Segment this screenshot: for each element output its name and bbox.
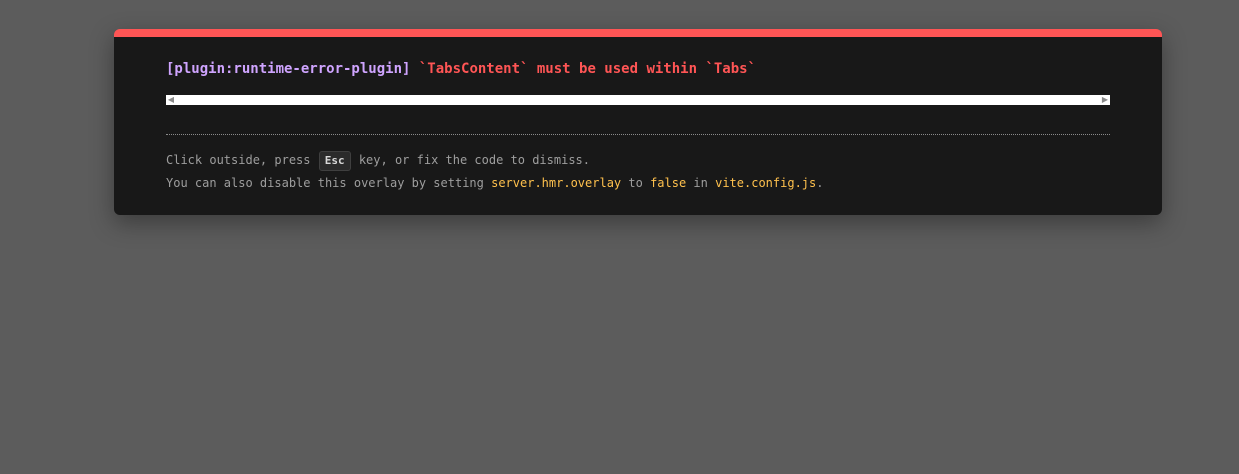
divider (166, 134, 1110, 135)
scroll-left-arrow-icon[interactable]: ◀ (166, 95, 176, 105)
tip-text: You can also disable this overlay by set… (166, 176, 492, 190)
tip-text: in (686, 176, 716, 190)
plugin-label: [plugin:runtime-error-plugin] (166, 61, 411, 77)
tip-text: Click outside, press (166, 153, 318, 167)
tip-text: key, or fix the code to dismiss. (351, 153, 591, 167)
false-value: false (650, 176, 687, 190)
config-file: vite.config.js (715, 176, 817, 190)
error-text: `TabsContent` must be used within `Tabs` (418, 61, 757, 77)
dismiss-tip: Click outside, press Esc key, or fix the… (166, 151, 590, 171)
esc-key: Esc (318, 151, 351, 171)
config-option: server.hmr.overlay (491, 176, 622, 190)
error-overlay-window: [plugin:runtime-error-plugin] `TabsConte… (114, 29, 1162, 215)
disable-tip: You can also disable this overlay by set… (166, 175, 823, 191)
tip-text: . (816, 176, 824, 190)
scroll-right-arrow-icon[interactable]: ▶ (1100, 95, 1110, 105)
error-message: [plugin:runtime-error-plugin] `TabsConte… (166, 59, 756, 79)
code-frame-scrollbar[interactable]: ◀ ▶ (166, 95, 1110, 105)
tip-text: to (621, 176, 651, 190)
